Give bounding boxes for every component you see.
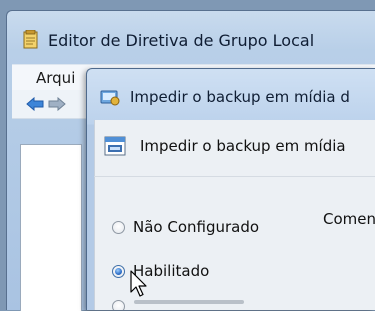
- policy-dialog-icon: [100, 88, 120, 106]
- policy-setting-icon: [104, 136, 126, 156]
- comment-label: Comen: [323, 210, 375, 228]
- radio-label-not-configured: Não Configurado: [133, 218, 260, 236]
- separator: [94, 176, 375, 177]
- radio-button[interactable]: [112, 220, 125, 234]
- radio-button[interactable]: [112, 300, 125, 310]
- outer-window-title: Editor de Diretiva de Grupo Local: [22, 25, 314, 55]
- radio-button-checked[interactable]: [112, 264, 125, 278]
- policy-header: Impedir o backup em mídia: [104, 136, 346, 156]
- mouse-cursor-icon: [130, 270, 148, 302]
- menu-item-arquivo[interactable]: Arqui: [36, 69, 75, 87]
- tree-pane[interactable]: [20, 144, 82, 311]
- outer-window-title-text: Editor de Diretiva de Grupo Local: [48, 30, 315, 50]
- back-arrow-icon[interactable]: [26, 96, 44, 115]
- dialog-title: Impedir o backup em mídia d: [100, 88, 350, 106]
- notepad-icon: [22, 29, 40, 50]
- radio-enabled[interactable]: Habilitado: [112, 262, 209, 280]
- radio-label-disabled-partial: [134, 300, 244, 304]
- forward-arrow-icon[interactable]: [48, 96, 66, 115]
- dialog-title-text: Impedir o backup em mídia d: [130, 88, 350, 106]
- policy-header-text: Impedir o backup em mídia: [140, 137, 346, 155]
- radio-not-configured[interactable]: Não Configurado: [112, 218, 259, 236]
